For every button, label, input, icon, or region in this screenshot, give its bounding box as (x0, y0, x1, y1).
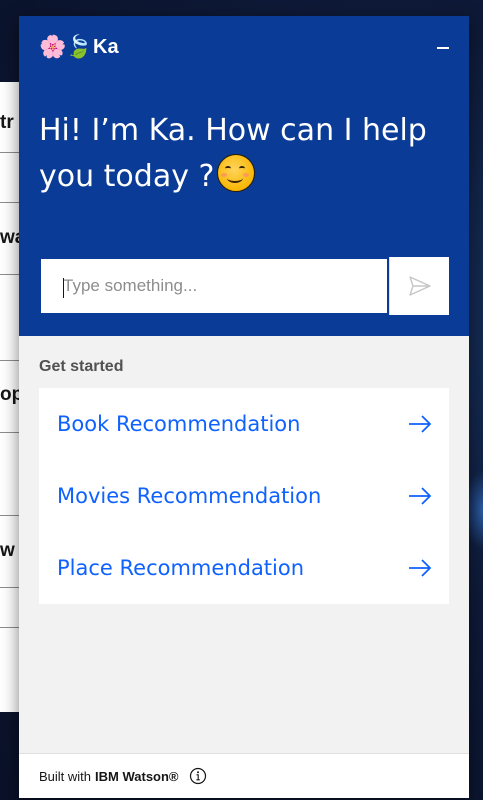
smiling-face-icon (217, 154, 256, 192)
chat-body: Get started Book Recommendation Movies R… (19, 336, 469, 754)
info-icon[interactable] (189, 767, 207, 785)
option-label: Book Recommendation (57, 412, 301, 436)
option-label: Place Recommendation (57, 556, 305, 580)
option-place-recommendation[interactable]: Place Recommendation (39, 532, 449, 604)
brand: 🌸 🍃 Ka (39, 32, 119, 62)
chat-widget: 🌸 🍃 Ka Hi! I’m Ka. How can I help you to… (19, 16, 469, 798)
chat-header: 🌸 🍃 Ka Hi! I’m Ka. How can I help you to… (19, 16, 469, 336)
flower-icon: 🌸 (39, 34, 67, 59)
footer-built-with: Built with (39, 768, 92, 784)
message-input-wrapper (39, 257, 389, 315)
arrow-right-icon (409, 487, 432, 505)
get-started-title: Get started (39, 358, 124, 375)
chat-footer: Built with IBM Watson® (19, 753, 469, 798)
screen: tr wa op w 🌸 🍃 Ka Hi! I’m Ka. How can I … (0, 0, 483, 800)
send-icon (408, 276, 431, 296)
leaf-icon: 🍃 (65, 34, 93, 59)
option-book-recommendation[interactable]: Book Recommendation (39, 388, 449, 460)
footer-brand: IBM Watson® (95, 768, 179, 784)
arrow-right-icon (409, 559, 432, 577)
greeting-message: Hi! I’m Ka. How can I help you today ? (39, 108, 459, 200)
option-movies-recommendation[interactable]: Movies Recommendation (39, 460, 449, 532)
arrow-right-icon (409, 415, 432, 433)
option-label: Movies Recommendation (57, 484, 322, 508)
minimize-icon[interactable] (431, 36, 455, 60)
assistant-name: Ka (93, 36, 119, 58)
message-input[interactable] (41, 259, 387, 313)
get-started-options: Book Recommendation Movies Recommendatio… (39, 388, 449, 604)
send-button[interactable] (389, 257, 449, 315)
text-caret (63, 278, 64, 298)
message-input-row (39, 257, 449, 315)
